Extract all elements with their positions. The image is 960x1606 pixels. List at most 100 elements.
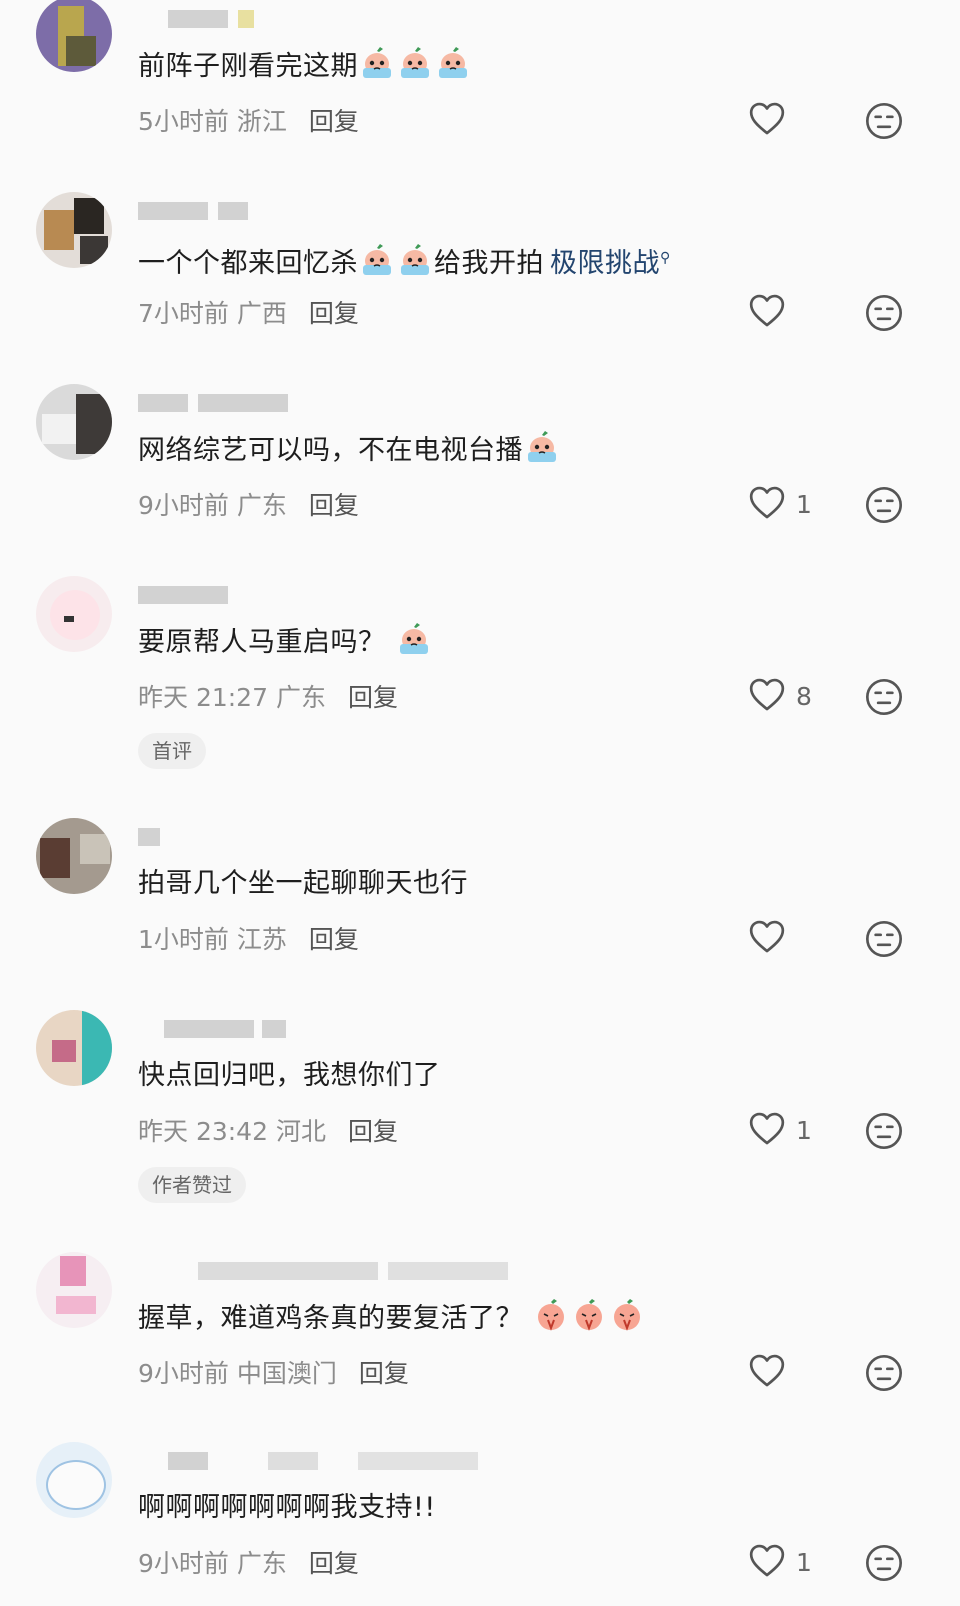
avatar[interactable] xyxy=(36,818,112,894)
heart-outline-icon xyxy=(748,100,786,140)
comment-meta: 昨天 21:27 广东 回复 xyxy=(138,678,398,714)
reply-button[interactable]: 回复 xyxy=(309,299,359,328)
reply-button[interactable]: 回复 xyxy=(309,107,359,136)
crying-peach-emoji-icon xyxy=(359,46,395,80)
comment-meta: 5小时前 浙江 回复 xyxy=(138,102,359,138)
heart-outline-icon xyxy=(748,1352,786,1392)
comment-text-body: 握草，难道鸡条真的要复活了？ xyxy=(138,1303,523,1334)
like-button[interactable] xyxy=(748,918,796,958)
username-blurred xyxy=(138,202,338,224)
author-liked-badge: 作者赞过 xyxy=(138,1167,246,1203)
comment-text: 网络综艺可以吗，不在电视台播 xyxy=(138,430,561,471)
meh-face-icon xyxy=(864,103,904,145)
avatar[interactable] xyxy=(36,1442,112,1518)
dislike-button[interactable] xyxy=(864,919,904,963)
comment-text: 啊啊啊啊啊啊啊我支持!! xyxy=(138,1488,436,1528)
comment-meta: 7小时前 广西 回复 xyxy=(138,294,359,330)
username-blurred xyxy=(138,828,338,850)
username-blurred xyxy=(138,10,338,32)
like-button[interactable]: 8 xyxy=(748,676,812,716)
like-button[interactable]: 1 xyxy=(748,484,812,524)
comment-text-body: 一个个都来回忆杀 xyxy=(138,248,358,279)
avatar[interactable] xyxy=(36,1252,112,1328)
reply-button[interactable]: 回复 xyxy=(309,491,359,520)
comment-text: 拍哥几个坐一起聊聊天也行 xyxy=(138,864,468,904)
praying-peach-emoji-icon xyxy=(609,1298,645,1332)
comment-location: 广东 xyxy=(236,491,287,520)
like-button[interactable]: 1 xyxy=(748,1542,812,1582)
comment-location: 广西 xyxy=(236,299,287,328)
comment-meta: 9小时前 中国澳门 回复 xyxy=(138,1354,409,1390)
heart-outline-icon xyxy=(748,292,786,332)
heart-outline-icon xyxy=(748,676,786,716)
comment-time: 9小时前 xyxy=(138,491,229,520)
comment-meta: 9小时前 广东 回复 xyxy=(138,486,359,522)
dislike-button[interactable] xyxy=(864,677,904,721)
comment-time: 9小时前 xyxy=(138,1549,229,1578)
reply-button[interactable]: 回复 xyxy=(309,925,359,954)
topic-link[interactable]: 极限挑战 xyxy=(550,248,660,279)
avatar[interactable] xyxy=(36,576,112,652)
dislike-button[interactable] xyxy=(864,293,904,337)
like-count: 1 xyxy=(796,1115,812,1145)
avatar[interactable] xyxy=(36,1010,112,1086)
search-icon: ⚲ xyxy=(660,250,671,266)
username-blurred xyxy=(138,394,338,416)
dislike-button[interactable] xyxy=(864,1543,904,1587)
like-count: 1 xyxy=(796,1547,812,1577)
meh-face-icon xyxy=(864,679,904,721)
username-blurred xyxy=(138,586,338,608)
dislike-button[interactable] xyxy=(864,1111,904,1155)
comment-text-body: 快点回归吧，我想你们了 xyxy=(138,1060,441,1091)
comment-meta: 1小时前 江苏 回复 xyxy=(138,920,359,956)
first-comment-badge: 首评 xyxy=(138,733,206,769)
comment-location: 浙江 xyxy=(236,107,287,136)
crying-peach-emoji-icon xyxy=(397,243,433,277)
meh-face-icon xyxy=(864,1113,904,1155)
comment-text: 快点回归吧，我想你们了 xyxy=(138,1056,441,1096)
comment-location: 广东 xyxy=(236,1549,287,1578)
crying-peach-emoji-icon xyxy=(397,46,433,80)
crying-peach-emoji-icon xyxy=(396,622,432,656)
dislike-button[interactable] xyxy=(864,1353,904,1397)
like-button[interactable] xyxy=(748,1352,796,1392)
comment-time: 9小时前 xyxy=(138,1359,229,1388)
like-count: 1 xyxy=(796,489,812,519)
crying-peach-emoji-icon xyxy=(435,46,471,80)
comment-text-body: 要原帮人马重启吗？ xyxy=(138,627,386,658)
dislike-button[interactable] xyxy=(864,485,904,529)
comment-meta: 昨天 23:42 河北 回复 xyxy=(138,1112,398,1148)
comment-time: 昨天 21:27 xyxy=(138,683,268,712)
comment-time: 昨天 23:42 xyxy=(138,1117,268,1146)
username-blurred xyxy=(138,1020,338,1042)
reply-button[interactable]: 回复 xyxy=(348,1117,398,1146)
like-button[interactable]: 1 xyxy=(748,1110,812,1150)
heart-outline-icon xyxy=(748,918,786,958)
like-button[interactable] xyxy=(748,100,796,140)
comment-time: 1小时前 xyxy=(138,925,229,954)
praying-peach-emoji-icon xyxy=(533,1298,569,1332)
comment-text-body: 网络综艺可以吗，不在电视台播 xyxy=(138,435,523,466)
heart-outline-icon xyxy=(748,484,786,524)
reply-button[interactable]: 回复 xyxy=(359,1359,409,1388)
avatar[interactable] xyxy=(36,384,112,460)
dislike-button[interactable] xyxy=(864,101,904,145)
comment-text-body: 前阵子刚看完这期 xyxy=(138,51,358,82)
crying-peach-emoji-icon xyxy=(359,243,395,277)
meh-face-icon xyxy=(864,921,904,963)
comment-text: 握草，难道鸡条真的要复活了？ xyxy=(138,1298,646,1339)
reply-button[interactable]: 回复 xyxy=(348,683,398,712)
avatar[interactable] xyxy=(36,0,112,72)
comment-location: 广东 xyxy=(275,683,326,712)
avatar[interactable] xyxy=(36,192,112,268)
comment-meta: 9小时前 广东 回复 xyxy=(138,1544,359,1580)
username-blurred xyxy=(138,1262,508,1284)
reply-button[interactable]: 回复 xyxy=(309,1549,359,1578)
like-button[interactable] xyxy=(748,292,796,332)
meh-face-icon xyxy=(864,487,904,529)
heart-outline-icon xyxy=(748,1542,786,1582)
heart-outline-icon xyxy=(748,1110,786,1150)
meh-face-icon xyxy=(864,295,904,337)
comment-text-body: 啊啊啊啊啊啊啊我支持!! xyxy=(138,1492,436,1523)
comment-text-body: 拍哥几个坐一起聊聊天也行 xyxy=(138,868,468,899)
